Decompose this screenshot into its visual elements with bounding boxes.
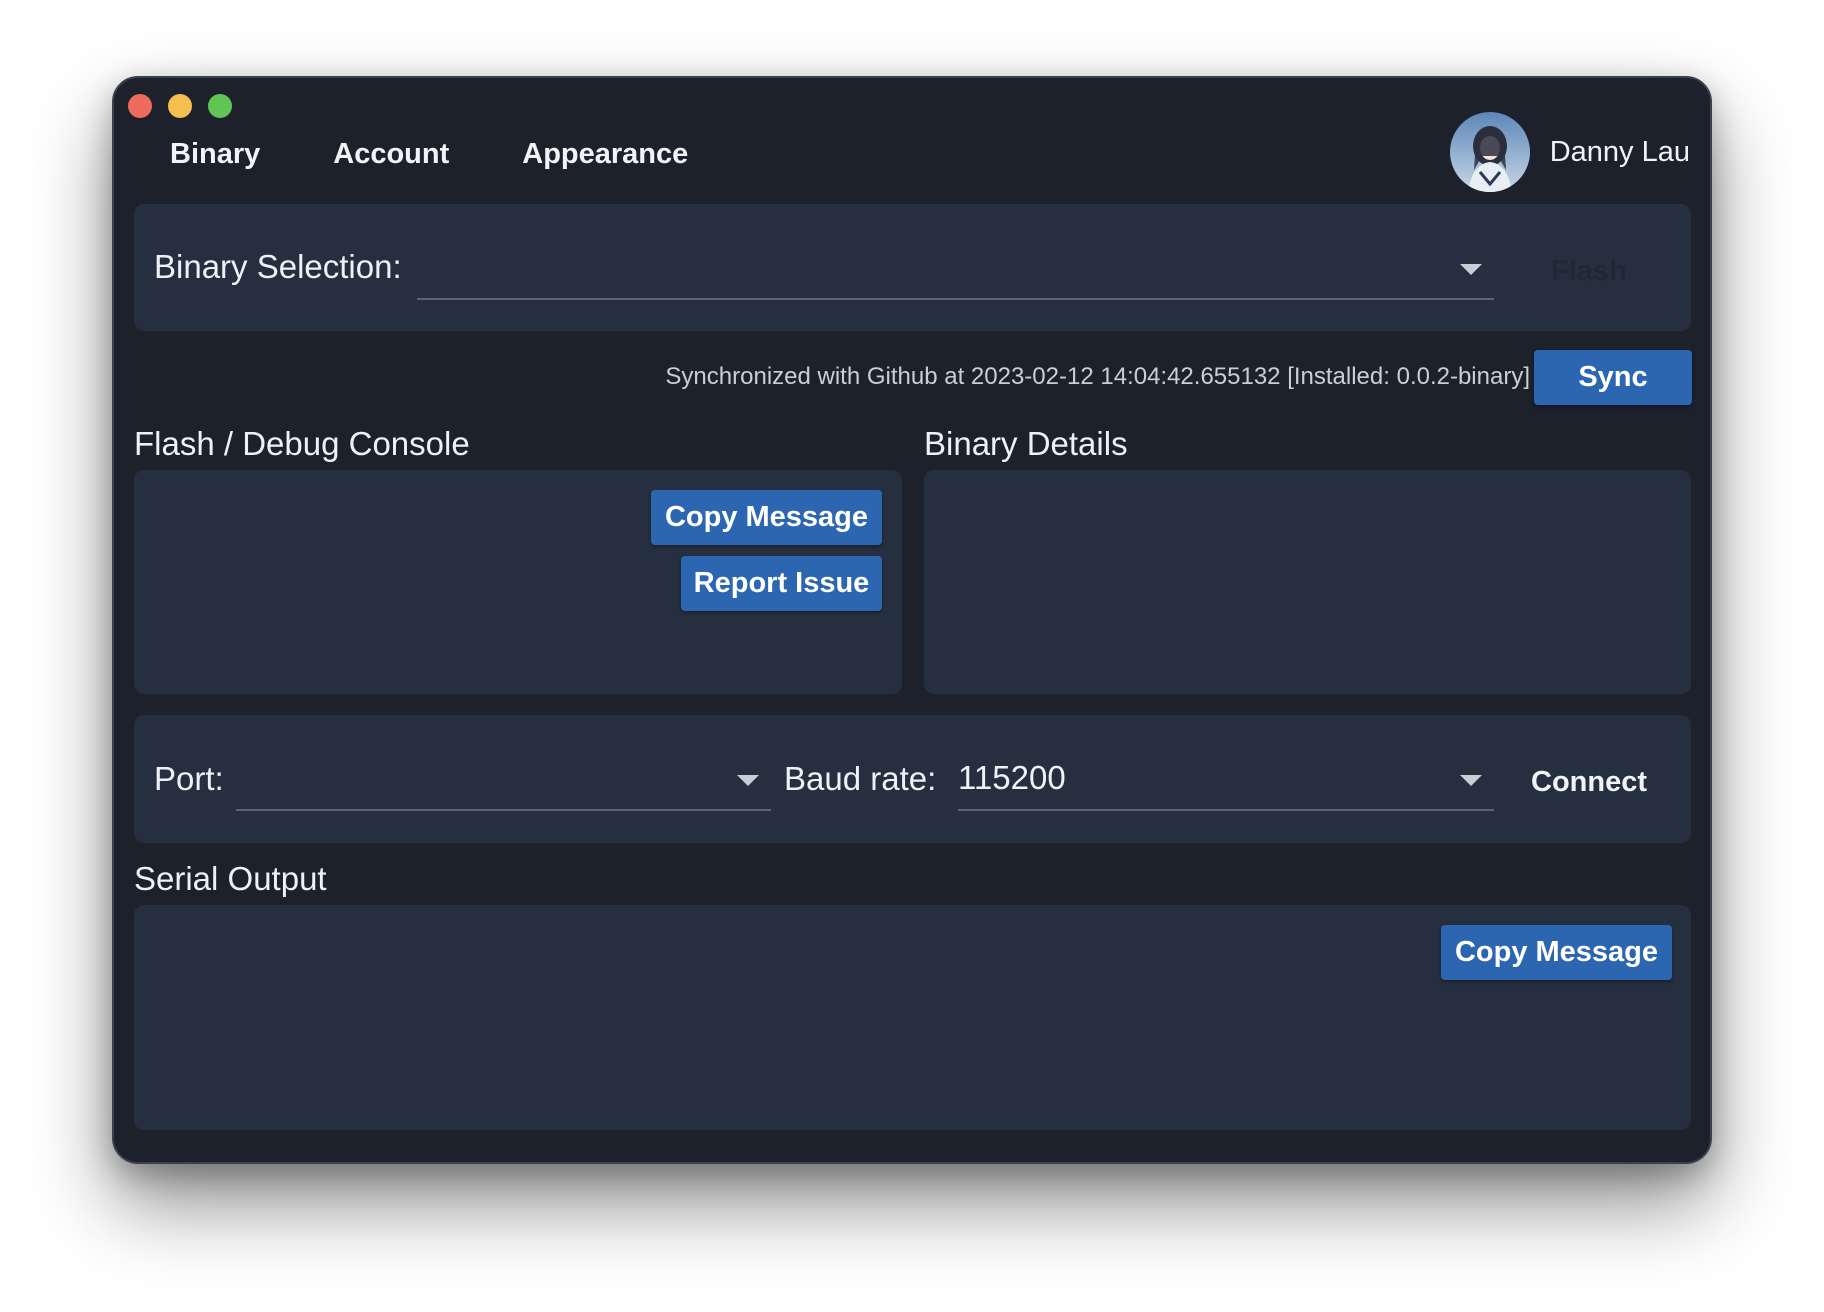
minimize-window-button[interactable] bbox=[168, 94, 192, 118]
serial-output-panel: Copy Message bbox=[134, 905, 1691, 1130]
user-name: Danny Lau bbox=[1549, 135, 1690, 168]
app-window: Binary Account Appearance Danny Lau Bina… bbox=[112, 76, 1712, 1164]
sync-status-text: Synchronized with Github at 2023-02-12 1… bbox=[665, 363, 1530, 390]
copy-message-button[interactable]: Copy Message bbox=[651, 490, 882, 545]
avatar[interactable] bbox=[1449, 112, 1530, 192]
binary-selection-panel: Binary Selection: Flash bbox=[134, 204, 1691, 331]
baud-rate-dropdown[interactable]: 115200 bbox=[958, 753, 1494, 811]
binary-details-panel bbox=[924, 470, 1691, 694]
copy-serial-message-button[interactable]: Copy Message bbox=[1441, 925, 1672, 980]
maximize-window-button[interactable] bbox=[208, 94, 232, 118]
tab-account[interactable]: Account bbox=[333, 138, 449, 171]
sync-button[interactable]: Sync bbox=[1534, 350, 1692, 405]
serial-config-panel: Port: Baud rate: 115200 Connect bbox=[134, 715, 1691, 843]
user-profile[interactable]: Danny Lau bbox=[1449, 112, 1690, 192]
window-controls bbox=[128, 94, 232, 118]
top-nav-tabs: Binary Account Appearance bbox=[170, 138, 688, 171]
baud-rate-label: Baud rate: bbox=[784, 760, 937, 797]
baud-rate-value: 115200 bbox=[958, 759, 1066, 796]
binary-selection-dropdown[interactable] bbox=[417, 242, 1494, 300]
port-label: Port: bbox=[154, 760, 224, 797]
connect-button[interactable]: Connect bbox=[1519, 755, 1659, 809]
chevron-down-icon bbox=[1460, 264, 1482, 275]
port-dropdown[interactable] bbox=[236, 753, 771, 811]
tab-appearance[interactable]: Appearance bbox=[522, 138, 688, 171]
tab-binary[interactable]: Binary bbox=[170, 138, 260, 171]
chevron-down-icon bbox=[737, 775, 759, 786]
serial-output-title: Serial Output bbox=[134, 860, 327, 897]
close-window-button[interactable] bbox=[128, 94, 152, 118]
flash-console-panel: Copy Message Report Issue bbox=[134, 470, 902, 694]
report-issue-button[interactable]: Report Issue bbox=[681, 556, 882, 611]
chevron-down-icon bbox=[1460, 775, 1482, 786]
flash-button[interactable]: Flash bbox=[1524, 246, 1654, 296]
binary-selection-label: Binary Selection: bbox=[154, 248, 402, 285]
binary-details-title: Binary Details bbox=[924, 425, 1128, 462]
flash-console-title: Flash / Debug Console bbox=[134, 425, 470, 462]
